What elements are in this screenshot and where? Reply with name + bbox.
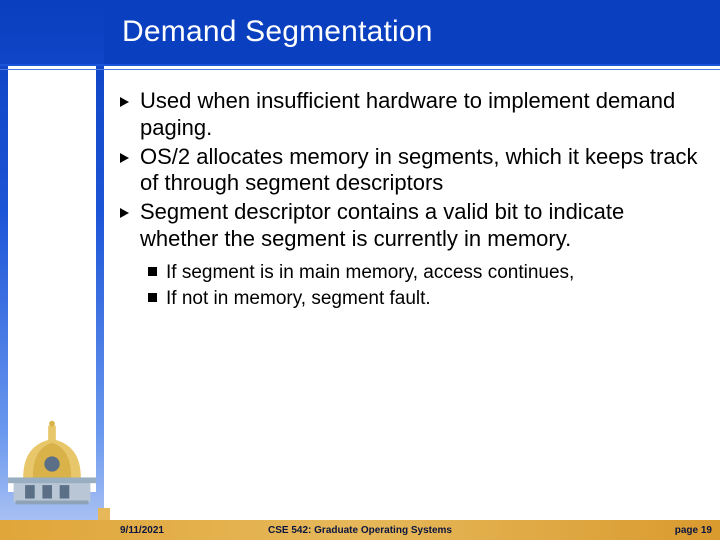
- small-accent-square: [98, 508, 110, 520]
- footer-bar: 9/11/2021 CSE 542: Graduate Operating Sy…: [0, 520, 720, 540]
- slide-title: Demand Segmentation: [104, 15, 433, 49]
- content-area: Used when insufficient hardware to imple…: [120, 88, 700, 314]
- sidebar-white-inset: [8, 64, 96, 492]
- sub-bullet-item: If not in memory, segment fault.: [148, 287, 700, 311]
- title-underline-thick: [0, 64, 720, 66]
- sub-bullet-list: If segment is in main memory, access con…: [148, 261, 700, 312]
- bullet-item: Segment descriptor contains a valid bit …: [120, 199, 700, 253]
- footer-course: CSE 542: Graduate Operating Systems: [268, 525, 452, 536]
- title-underline-thin: [0, 69, 720, 70]
- slide: Demand Segmentation Used when insufficie…: [0, 0, 720, 540]
- bullet-item: Used when insufficient hardware to imple…: [120, 88, 700, 142]
- footer-page-label: page: [675, 525, 701, 536]
- left-sidebar: [0, 0, 104, 540]
- bullet-list: Used when insufficient hardware to imple…: [120, 88, 700, 253]
- sub-bullet-item: If segment is in main memory, access con…: [148, 261, 700, 285]
- bullet-item: OS/2 allocates memory in segments, which…: [120, 144, 700, 198]
- footer-date: 9/11/2021: [120, 525, 164, 536]
- footer-page-number: 19: [701, 525, 712, 536]
- footer-page: page 19: [675, 525, 712, 536]
- title-bar: Demand Segmentation: [104, 0, 720, 64]
